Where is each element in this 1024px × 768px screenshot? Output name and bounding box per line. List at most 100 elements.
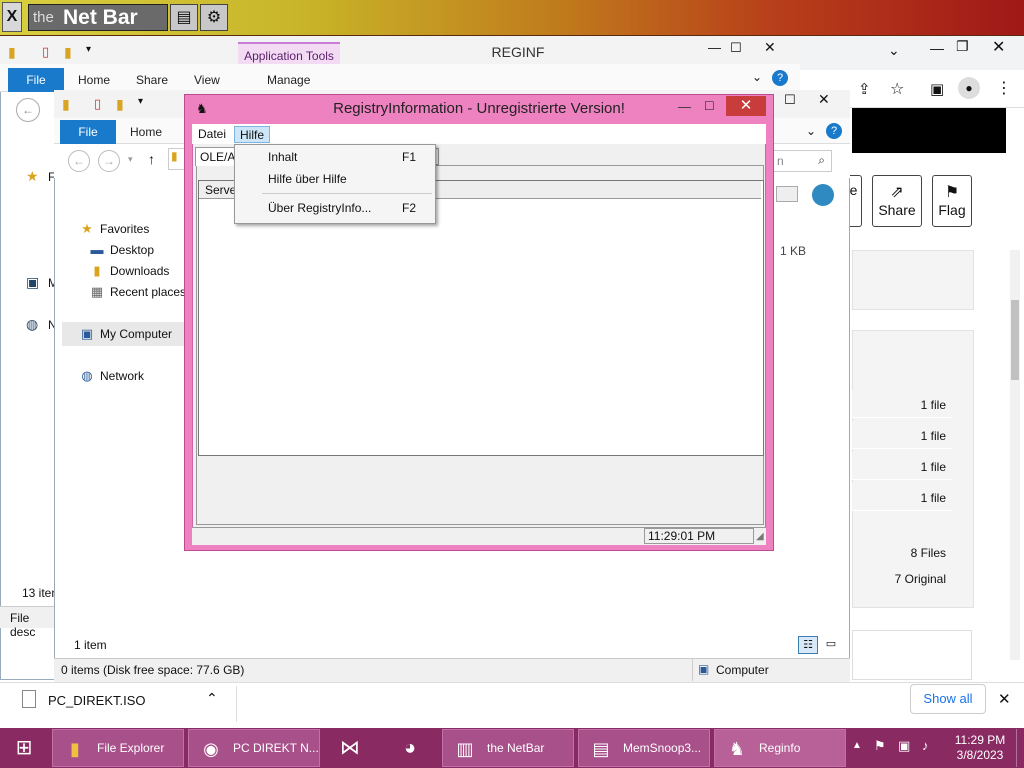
visual-studio-icon[interactable]: ⋈ [330,729,370,767]
close-icon[interactable]: ✕ [764,39,776,56]
flag-button[interactable]: ⚑ Flag [932,175,972,227]
help-icon[interactable]: ? [826,123,842,139]
explorer-title: REGINF [491,44,545,60]
menu-datei[interactable]: Datei [193,126,231,143]
nav-favorites[interactable]: ★ Favorites [78,219,149,239]
network-tray-icon[interactable]: ▣ [898,738,910,754]
tab-share[interactable]: Share [136,68,168,92]
flag-icon[interactable]: ⚑ [874,738,886,754]
properties-icon[interactable]: ▯ [94,96,101,112]
tab-home[interactable]: Home [78,68,110,92]
recent-dropdown-icon[interactable]: ▾ [128,154,133,165]
network-icon: ◍ [81,368,93,383]
chevron-up-icon[interactable]: ⌃ [206,690,218,707]
restore-icon[interactable]: ❐ [956,38,969,55]
maximize-icon[interactable]: ☐ [704,99,715,113]
forward-icon[interactable]: → [98,150,120,172]
back-icon[interactable]: ← [16,98,40,122]
tray-date: 3/8/2023 [956,748,1004,762]
share-icon[interactable]: ⇪ [858,80,871,98]
firefox-icon[interactable]: ◕ [390,729,430,767]
new-folder-icon[interactable]: ▮ [116,96,124,113]
menu-icon[interactable]: ⋮ [996,78,1012,98]
star-icon: ★ [81,221,93,236]
nav-downloads[interactable]: ▮ Downloads [88,261,169,281]
profile-icon[interactable]: ● [958,77,980,99]
nav-network[interactable]: ◍ Network [78,366,144,386]
taskbar-label: File Explorer [97,741,165,755]
download-filename[interactable]: PC_DIREKT.ISO [48,693,146,708]
maximize-icon[interactable]: ☐ [730,40,742,56]
explorer-ribbon [0,64,800,92]
close-button[interactable]: ✕ [726,96,766,116]
downloads-icon: ▮ [93,263,101,278]
back-icon[interactable]: ← [68,150,90,172]
search-input[interactable]: n ⌕ [770,150,832,172]
tab-file[interactable]: File [8,68,64,92]
taskbar-chrome[interactable]: ◉ PC DIREKT N... [188,729,320,767]
chevron-down-icon[interactable]: ⌄ [752,70,762,84]
share-button-label: Share [878,202,916,218]
reginfo-icon: ♞ [728,739,746,759]
tray-clock[interactable]: 11:29 PM 3/8/2023 [950,733,1010,763]
menu-item-hilfe-ueber-hilfe[interactable]: Hilfe über Hilfe [268,169,347,189]
netbar-chip-icon[interactable]: ⚙ [200,4,228,31]
nav-label: Recent places [110,285,187,299]
qat-dropdown-icon[interactable]: ▾ [86,44,91,55]
netbar-close-button[interactable]: X [2,2,22,32]
status-free-space: 0 items (Disk free space: 77.6 GB) [61,663,245,677]
close-icon[interactable]: ✕ [998,690,1011,708]
tab-home[interactable]: Home [130,120,162,144]
tab-ole[interactable]: OLE/A [195,147,235,166]
close-icon[interactable]: ✕ [818,91,830,108]
new-folder-icon[interactable]: ▮ [64,44,72,61]
nav-desktop[interactable]: ▬ Desktop [88,240,155,260]
tray-time: 11:29 PM [954,733,1006,747]
chevron-down-icon[interactable]: ⌄ [806,124,816,138]
files-count: 8 Files [910,546,946,560]
globe-icon[interactable] [812,184,834,206]
minimize-icon[interactable]: — [708,40,721,55]
chevron-down-icon[interactable]: ⌄ [888,42,900,59]
properties-icon[interactable]: ▯ [42,44,49,60]
computer-icon: ▣ [26,274,40,290]
menu-hilfe[interactable]: Hilfe [234,126,271,143]
show-desktop-button[interactable] [1016,729,1024,767]
netbar-drive-icon[interactable]: ▤ [170,4,198,31]
browser-tabstrip [800,36,1024,70]
nav-recent[interactable]: ▦ Recent places [88,282,186,302]
volume-icon[interactable]: ♪ [922,738,929,753]
start-windows-icon[interactable]: ⊞ [4,729,44,767]
tab-manage[interactable]: Manage [267,68,310,92]
large-icons-view-icon[interactable]: ▭ [822,636,840,654]
star-icon[interactable]: ☆ [890,79,904,99]
preview-icon[interactable] [776,186,798,202]
taskbar-file-explorer[interactable]: ▮ File Explorer [52,729,184,767]
close-icon[interactable]: ✕ [992,37,1005,57]
taskbar-netbar[interactable]: ▥ the NetBar [442,729,574,767]
netbar-logo-small: the [33,9,54,26]
qat-dropdown-icon[interactable]: ▾ [138,96,143,107]
scrollbar-thumb[interactable] [1011,300,1019,380]
maximize-icon[interactable]: ☐ [784,92,796,108]
up-icon[interactable]: ↑ [148,151,155,167]
help-icon[interactable]: ? [772,70,788,86]
file-row: 1 file [852,421,952,449]
taskbar-reginfo[interactable]: ♞ Reginfo [714,729,846,767]
tray-chevron-icon[interactable]: ▲ [852,740,862,751]
nav-my-computer[interactable]: ▣ My Computer [78,324,172,344]
tab-file[interactable]: File [60,120,116,144]
minimize-icon[interactable]: — [678,99,691,114]
taskbar-memsnoop[interactable]: ▤ MemSnoop3... [578,729,710,767]
menu-item-inhalt[interactable]: Inhalt [268,147,297,167]
menu-item-ueber-registryinfo[interactable]: Über RegistryInfo... [268,198,371,218]
show-all-button[interactable]: Show all [910,684,986,714]
file-row: 1 file [852,483,952,511]
chrome-icon: ◉ [203,739,219,759]
sidepanel-icon[interactable]: ▣ [930,80,944,98]
tab-view[interactable]: View [194,68,220,92]
details-view-icon[interactable]: ☷ [798,636,818,654]
minimize-icon[interactable]: — [930,40,944,56]
share-button[interactable]: ⇗ Share [872,175,922,227]
resize-grip-icon[interactable]: ◢ [756,531,764,542]
